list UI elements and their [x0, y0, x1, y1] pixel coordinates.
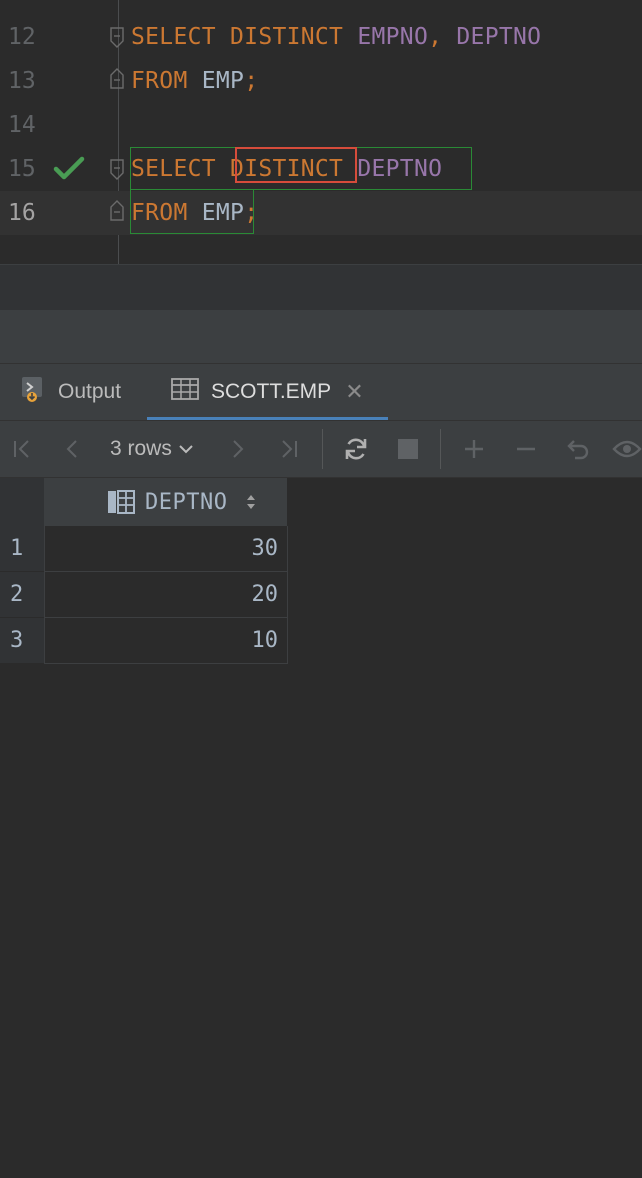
table-row[interactable]: 1 30	[0, 526, 288, 572]
table-row[interactable]: 2 20	[0, 572, 288, 618]
code-line-14[interactable]: 14	[0, 103, 642, 147]
code-line-13[interactable]: 13 FROM EMP;	[0, 59, 642, 103]
toolbar-separator	[440, 429, 441, 469]
tab-output[interactable]: Output	[20, 364, 121, 420]
cell-deptno[interactable]: 10	[44, 618, 288, 664]
statement-highlight-box	[130, 189, 254, 234]
tab-label: Output	[58, 380, 122, 403]
row-number[interactable]: 1	[0, 526, 44, 572]
chevron-down-icon	[179, 445, 193, 454]
toolbar-separator	[322, 429, 323, 469]
fold-start-icon[interactable]	[110, 27, 124, 49]
code-line-12[interactable]: 12 SELECT DISTINCT EMPNO, DEPTNO	[0, 15, 642, 59]
sql-editor[interactable]: 12 SELECT DISTINCT EMPNO, DEPTNO 13 FROM…	[0, 0, 642, 264]
column-icon	[107, 490, 135, 514]
execution-success-check-icon	[53, 156, 85, 180]
rows-count-dropdown[interactable]: 3 rows	[110, 421, 194, 477]
delete-row-icon[interactable]	[510, 421, 542, 477]
fold-end-icon[interactable]	[110, 199, 124, 221]
view-icon[interactable]	[612, 421, 642, 477]
prev-page-icon[interactable]	[58, 421, 86, 477]
line-number: 16	[8, 200, 36, 226]
grid-toolbar: 3 rows	[0, 421, 642, 478]
grid-header-row: DEPTNO	[0, 478, 288, 526]
services-tab-bar: Output SCOTT.EMP ✕	[0, 364, 642, 421]
tab-label: SCOTT.EMP	[211, 380, 332, 403]
row-number[interactable]: 2	[0, 572, 44, 618]
table-row[interactable]: 3 10	[0, 618, 288, 664]
code-line-16[interactable]: 16 FROM EMP;	[0, 191, 642, 235]
sort-icon[interactable]	[245, 493, 257, 511]
first-page-icon[interactable]	[6, 421, 38, 477]
fold-end-icon[interactable]	[110, 67, 124, 89]
tab-scott-emp[interactable]: SCOTT.EMP ✕	[147, 364, 388, 420]
last-page-icon[interactable]	[272, 421, 306, 477]
fold-start-icon[interactable]	[110, 159, 124, 181]
column-header-deptno[interactable]: DEPTNO	[44, 478, 288, 526]
cell-deptno[interactable]: 30	[44, 526, 288, 572]
line-number: 12	[8, 24, 36, 50]
line-number: 15	[8, 156, 36, 182]
rows-count-label: 3 rows	[110, 437, 172, 460]
stop-icon[interactable]	[392, 421, 424, 477]
editor-bottom-strip	[0, 264, 642, 311]
tool-window-splitter[interactable]	[0, 310, 642, 364]
line-number: 13	[8, 68, 36, 94]
code-text[interactable]: SELECT DISTINCT EMPNO, DEPTNO	[131, 15, 541, 59]
keyword-error-highlight-box	[235, 147, 357, 183]
table-icon	[171, 378, 199, 406]
add-row-icon[interactable]	[458, 421, 490, 477]
refresh-icon[interactable]	[338, 421, 374, 477]
next-page-icon[interactable]	[224, 421, 252, 477]
grid-corner[interactable]	[0, 478, 44, 526]
cell-deptno[interactable]: 20	[44, 572, 288, 618]
revert-icon[interactable]	[562, 421, 596, 477]
line-number: 14	[8, 112, 36, 138]
column-header-label: DEPTNO	[145, 489, 228, 515]
row-number[interactable]: 3	[0, 618, 44, 664]
output-console-icon	[20, 375, 46, 409]
code-text[interactable]: FROM EMP;	[131, 59, 258, 103]
close-tab-icon[interactable]: ✕	[345, 379, 363, 405]
